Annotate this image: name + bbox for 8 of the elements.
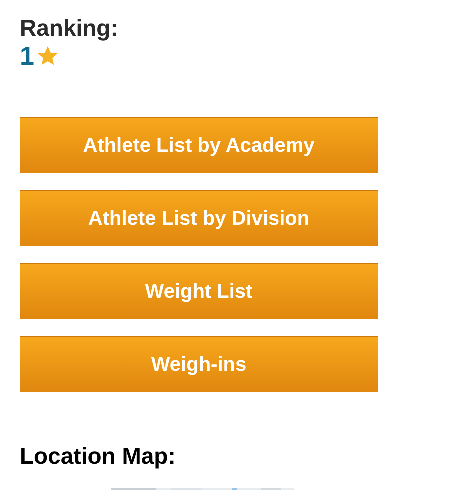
nav-button[interactable]: Weigh-ins bbox=[20, 336, 378, 392]
section-heading: Location Map: bbox=[20, 442, 176, 470]
ranking-value: 1 bbox=[20, 42, 34, 70]
star-icon bbox=[37, 45, 60, 67]
ranking-label: Ranking: bbox=[20, 14, 118, 42]
nav-button[interactable]: Athlete List by Academy bbox=[20, 117, 378, 173]
nav-button[interactable]: Athlete List by Division bbox=[20, 190, 378, 246]
nav-button[interactable]: Weight List bbox=[20, 263, 378, 319]
